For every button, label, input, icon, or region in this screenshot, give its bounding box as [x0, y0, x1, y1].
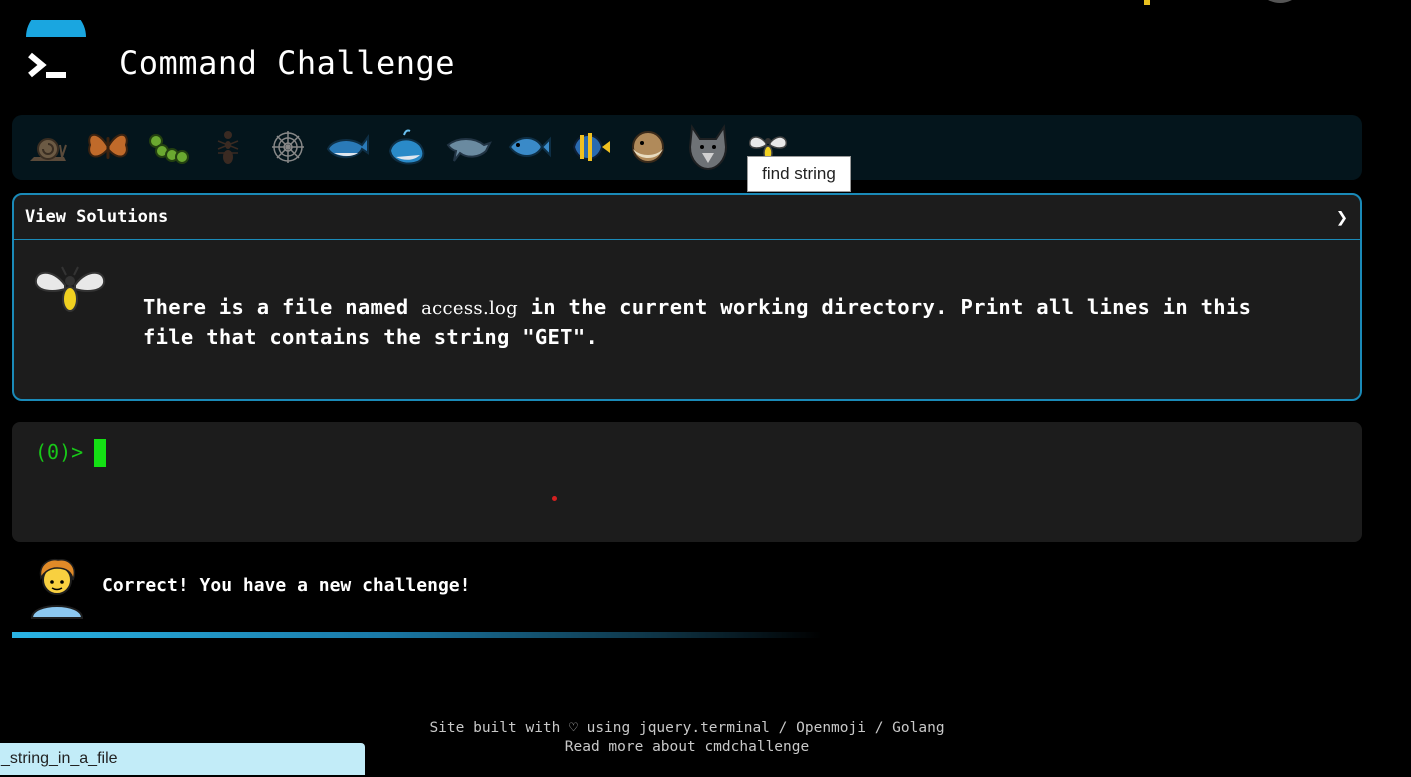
terminal-prompt: (0)>	[35, 440, 84, 464]
footer-credits: Site built with ♡ using jquery.terminal …	[0, 719, 1374, 738]
caterpillar-icon[interactable]	[138, 119, 198, 175]
site-title[interactable]: Command Challenge	[119, 44, 455, 82]
mouse-pointer-dot	[552, 496, 557, 501]
dolphin-icon[interactable]	[438, 119, 498, 175]
wolf-icon[interactable]	[678, 119, 738, 175]
challenge-icon-bar	[12, 115, 1362, 180]
status-bar-url: _string_in_a_file	[0, 743, 365, 775]
footer-separator: /	[865, 720, 893, 736]
chevron-right-icon[interactable]: ❯	[1336, 205, 1348, 229]
firefly-icon	[34, 266, 106, 312]
person-curly-hair-icon	[30, 558, 84, 619]
terminal[interactable]: (0)>	[12, 422, 1362, 542]
butterfly-icon[interactable]	[78, 119, 138, 175]
task-text-part: There is a file named	[143, 295, 422, 319]
task-description: There is a file named access.log in the …	[143, 293, 1303, 351]
jquery-terminal-link[interactable]: jquery.terminal	[639, 720, 770, 736]
progress-line	[12, 632, 822, 638]
challenge-tooltip: find string	[747, 156, 851, 192]
footer-text: Site built with	[429, 720, 570, 736]
feedback-message: Correct! You have a new challenge!	[102, 575, 471, 596]
heart-icon: ♡	[569, 720, 578, 736]
golang-link[interactable]: Golang	[892, 720, 944, 736]
blowfish-icon[interactable]	[618, 119, 678, 175]
snail-icon[interactable]	[18, 119, 78, 175]
filename-code: access.log	[421, 298, 518, 319]
spider-web-icon[interactable]	[258, 119, 318, 175]
ant-icon[interactable]	[198, 119, 258, 175]
footer-separator: /	[769, 720, 797, 736]
spouting-whale-icon[interactable]	[378, 119, 438, 175]
whale-icon[interactable]	[318, 119, 378, 175]
fish-icon[interactable]	[498, 119, 558, 175]
terminal-cursor	[94, 439, 106, 467]
tropical-fish-icon[interactable]	[558, 119, 618, 175]
terminal-prompt-icon[interactable]	[22, 20, 88, 86]
footer-text: using	[577, 720, 639, 736]
partial-header-graphic	[1144, 0, 1292, 5]
view-solutions-label: View Solutions	[25, 207, 169, 227]
view-solutions-toggle[interactable]: View Solutions ❯	[14, 195, 1360, 240]
challenge-panel: View Solutions ❯ There is a file named a…	[12, 193, 1362, 401]
openmoji-link[interactable]: Openmoji	[796, 720, 866, 736]
